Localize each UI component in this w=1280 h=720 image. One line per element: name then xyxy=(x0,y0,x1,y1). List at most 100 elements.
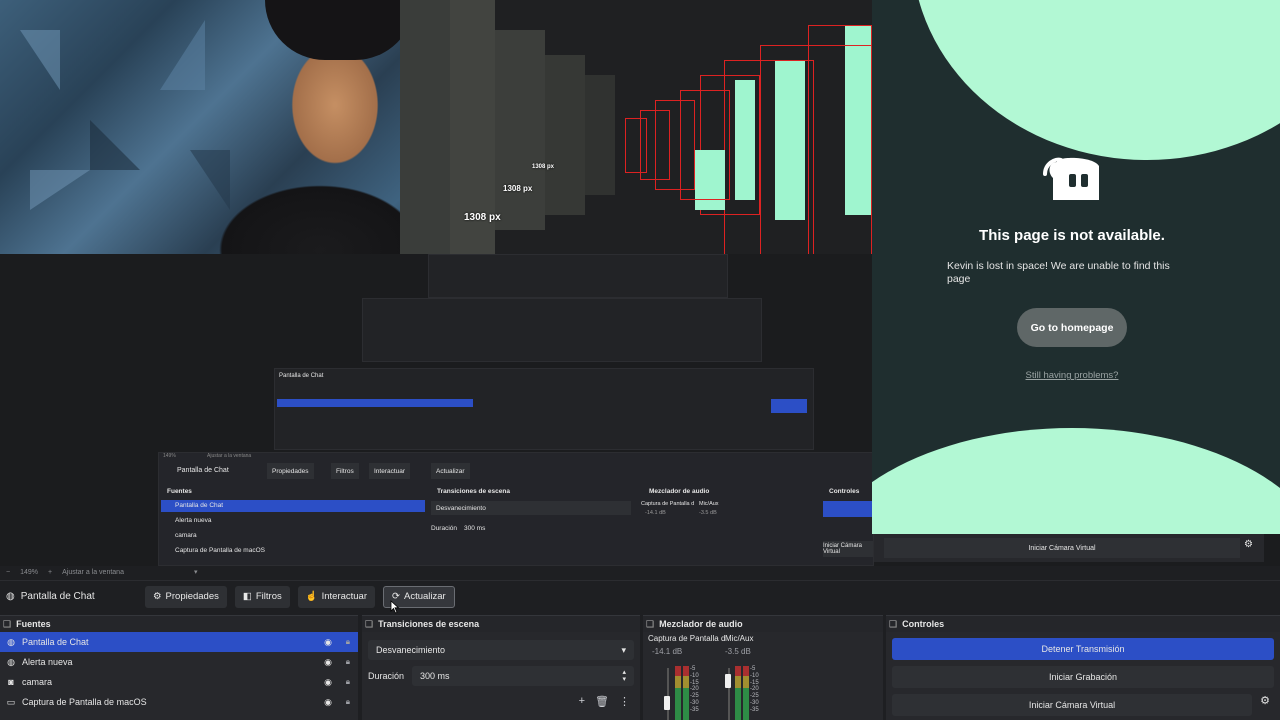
mixer-channel: Mic/Aux -3.5 dB xyxy=(725,634,753,656)
duration-value: 300 ms xyxy=(420,671,450,681)
duration-label: Duración xyxy=(368,671,405,681)
gear-icon: ⚙ xyxy=(153,591,162,602)
eye-icon[interactable]: ◉ xyxy=(324,657,332,668)
channel-name: Captura de Pantalla d xyxy=(648,634,726,643)
nested-controls-strip: Iniciar Cámara Virtual ⚙ xyxy=(874,534,1264,562)
nested-obs-2: 149% Ajustar a la ventana Pantalla de Ch… xyxy=(158,452,874,566)
chevron-down-icon: ▾ xyxy=(621,644,626,655)
properties-label: Propiedades xyxy=(165,591,219,602)
eye-icon[interactable]: ◉ xyxy=(324,697,332,708)
more-icon[interactable]: ⋮ xyxy=(619,695,630,708)
globe-icon: ◍ xyxy=(7,656,15,667)
camera-icon: ◙ xyxy=(8,677,14,687)
duration-input[interactable]: 300 ms ▴ ▾ xyxy=(412,666,634,686)
channel-db: -3.5 dB xyxy=(725,647,751,656)
twitch-error-page: This page is not available. Kevin is los… xyxy=(872,0,1280,534)
dock-handle-icon[interactable]: ❏ xyxy=(889,619,897,630)
size-label: 1308 px xyxy=(503,184,533,193)
level-meter xyxy=(743,666,749,720)
controls-title: Controles xyxy=(902,619,945,629)
filters-label: Filtros xyxy=(255,591,282,602)
mixer-channel: Captura de Pantalla d -14.1 dB xyxy=(648,634,725,656)
ghost-icon xyxy=(1043,157,1099,200)
volume-fader[interactable] xyxy=(664,696,670,710)
current-source: ◍ Pantalla de Chat xyxy=(0,591,145,602)
still-having-problems-link[interactable]: Still having problems? xyxy=(872,370,1272,381)
gear-icon[interactable]: ⚙ xyxy=(1260,694,1270,707)
eye-icon[interactable]: ◉ xyxy=(324,677,332,688)
interact-label: Interactuar xyxy=(321,591,368,602)
controls-dock-header: ❏ Controles xyxy=(886,616,1280,632)
lock-icon[interactable]: 🔒︎ xyxy=(346,657,350,667)
filter-icon: ◧ xyxy=(242,591,252,602)
fit-to-window-label[interactable]: Ajustar a la ventana xyxy=(62,569,124,576)
audio-mixer-dock: ❏ Mezclador de audio Captura de Pantalla… xyxy=(643,615,883,720)
sources-dock: ❏ Fuentes ◍ Pantalla de Chat ◉ 🔒︎ ◍ Aler… xyxy=(0,615,358,720)
zoom-out-button[interactable]: − xyxy=(6,569,10,576)
zoom-in-button[interactable]: + xyxy=(48,569,52,576)
globe-icon: ◍ xyxy=(6,591,15,602)
recursive-preview: 1308 px 1308 px 1308 px xyxy=(450,0,872,254)
source-item[interactable]: ◍ Alerta nueva ◉ 🔒︎ xyxy=(0,652,358,672)
size-label: 1308 px xyxy=(464,212,501,223)
lock-icon[interactable]: 🔒︎ xyxy=(346,637,350,647)
error-message: Kevin is lost in space! We are unable to… xyxy=(947,260,1170,285)
transitions-title: Transiciones de escena xyxy=(378,619,480,629)
zoom-dropdown-icon[interactable]: ▾ xyxy=(194,568,198,576)
source-label: Alerta nueva xyxy=(22,657,73,667)
transition-select[interactable]: Desvanecimiento ▾ xyxy=(368,640,634,660)
start-recording-button[interactable]: Iniciar Grabación xyxy=(892,666,1274,688)
stop-streaming-button[interactable]: Detener Transmisión xyxy=(892,638,1274,660)
monitor-icon: ▭ xyxy=(6,696,16,707)
source-item[interactable]: ▭ Captura de Pantalla de macOS ◉ 🔒︎ xyxy=(0,692,358,712)
source-item[interactable]: ◙ camara ◉ 🔒︎ xyxy=(0,672,358,692)
filters-button[interactable]: ◧ Filtros xyxy=(234,585,290,608)
transition-selected: Desvanecimiento xyxy=(376,645,446,655)
decorative-blob xyxy=(912,0,1280,160)
spinner-icon[interactable]: ▴ ▾ xyxy=(622,669,626,683)
duration-row: Duración 300 ms ▴ ▾ xyxy=(368,666,634,686)
properties-button[interactable]: ⚙ Propiedades xyxy=(145,585,227,608)
volume-fader[interactable] xyxy=(725,674,731,688)
meter-scale: -5 -10 -15 -20 -25 -30 -35 xyxy=(690,666,699,713)
source-toolbar: ◍ Pantalla de Chat ⚙ Propiedades ◧ Filtr… xyxy=(0,580,1280,612)
interact-button[interactable]: ☝ Interactuar xyxy=(297,585,376,608)
virtual-camera-label: Iniciar Cámara Virtual xyxy=(1028,700,1116,710)
zoom-bar: − 149% + Ajustar a la ventana ▾ xyxy=(0,566,1280,578)
controls-dock: ❏ Controles Detener Transmisión Iniciar … xyxy=(886,615,1280,720)
source-label: camara xyxy=(22,677,53,687)
go-to-homepage-button[interactable]: Go to homepage xyxy=(1017,308,1127,347)
source-item[interactable]: ◍ Pantalla de Chat ◉ 🔒︎ xyxy=(0,632,358,652)
channel-db: -14.1 dB xyxy=(652,647,683,656)
globe-icon: ◍ xyxy=(7,636,15,647)
meter-scale: -5 -10 -15 -20 -25 -30 -35 xyxy=(750,666,759,713)
dock-handle-icon[interactable]: ❏ xyxy=(365,619,373,630)
preview-canvas[interactable]: 1308 px 1308 px 1308 px Pantalla de Chat… xyxy=(0,0,1280,566)
start-virtual-camera-button[interactable]: Iniciar Cámara Virtual xyxy=(892,694,1252,716)
webcam-feed xyxy=(0,0,450,254)
nested-obs-4 xyxy=(362,298,762,362)
transitions-dock: ❏ Transiciones de escena Desvanecimiento… xyxy=(362,615,640,720)
mixer-title: Mezclador de audio xyxy=(659,619,743,629)
trash-icon[interactable]: 🗑︎ xyxy=(595,695,609,708)
channel-name: Mic/Aux xyxy=(725,634,754,643)
obs-window: 1308 px 1308 px 1308 px Pantalla de Chat… xyxy=(0,0,1280,720)
add-icon[interactable]: + xyxy=(579,695,585,708)
mixer-dock-header: ❏ Mezclador de audio xyxy=(643,616,883,632)
transitions-dock-header: ❏ Transiciones de escena xyxy=(362,616,640,632)
nested-obs-3: Pantalla de Chat xyxy=(274,368,814,450)
level-meter xyxy=(735,666,741,720)
refresh-label: Actualizar xyxy=(403,591,446,602)
level-meter xyxy=(675,666,681,720)
pointer-icon: ☝ xyxy=(305,591,318,602)
lock-icon[interactable]: 🔒︎ xyxy=(346,677,350,687)
lock-icon[interactable]: 🔒︎ xyxy=(346,697,350,707)
dock-handle-icon[interactable]: ❏ xyxy=(3,619,11,630)
source-label: Pantalla de Chat xyxy=(22,637,89,647)
size-label: 1308 px xyxy=(532,164,555,170)
current-source-label: Pantalla de Chat xyxy=(20,591,95,602)
level-meter xyxy=(683,666,689,720)
dock-handle-icon[interactable]: ❏ xyxy=(646,619,654,630)
error-title: This page is not available. xyxy=(979,227,1165,244)
eye-icon[interactable]: ◉ xyxy=(324,637,332,648)
